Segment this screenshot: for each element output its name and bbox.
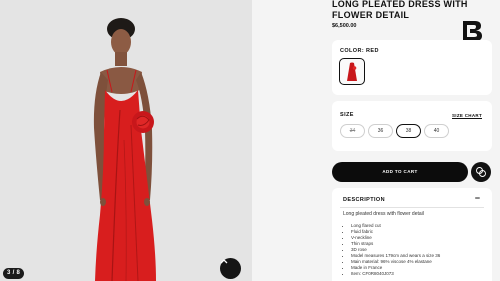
product-price: $6,500.00 (332, 23, 357, 29)
description-list: Long flared cut Fluid fabric V-neckline … (351, 223, 440, 277)
chat-bubbles-icon (476, 167, 486, 177)
color-label: COLOR: RED (340, 48, 379, 54)
description-intro: Long pleated dress with flower detail (343, 211, 424, 217)
size-options: 34 36 38 40 (340, 124, 449, 138)
size-selector-card: SIZE SIZE CHART 34 36 38 40 (332, 101, 492, 151)
scroll-up-button[interactable] (220, 258, 241, 279)
size-option-40[interactable]: 40 (424, 124, 449, 138)
chevron-up-icon (220, 259, 228, 264)
list-item: Item: CF0R8040J073 (351, 271, 440, 277)
brand-logo[interactable] (461, 20, 483, 42)
product-title: LONG PLEATED DRESS WITH FLOWER DETAIL (332, 0, 468, 20)
description-title: DESCRIPTION (343, 197, 385, 203)
model-red-dress-photo (93, 18, 156, 281)
color-swatch-red[interactable] (339, 58, 365, 85)
assistance-button[interactable] (471, 162, 491, 182)
color-selector-card: COLOR: RED (332, 40, 492, 95)
product-image-gallery[interactable]: 3 / 8 (0, 0, 252, 281)
divider (340, 207, 484, 208)
size-option-34[interactable]: 34 (340, 124, 365, 138)
size-option-38[interactable]: 38 (396, 124, 421, 138)
description-section: DESCRIPTION − Long pleated dress with fl… (332, 188, 492, 281)
size-label: SIZE (340, 112, 354, 118)
size-chart-link[interactable]: SIZE CHART (452, 113, 482, 118)
dress-thumbnail-icon (347, 62, 357, 81)
image-counter: 3 / 8 (3, 268, 25, 279)
collapse-description-button[interactable]: − (475, 193, 480, 203)
size-option-36[interactable]: 36 (368, 124, 393, 138)
add-to-cart-button[interactable]: ADD TO CART (332, 162, 468, 182)
